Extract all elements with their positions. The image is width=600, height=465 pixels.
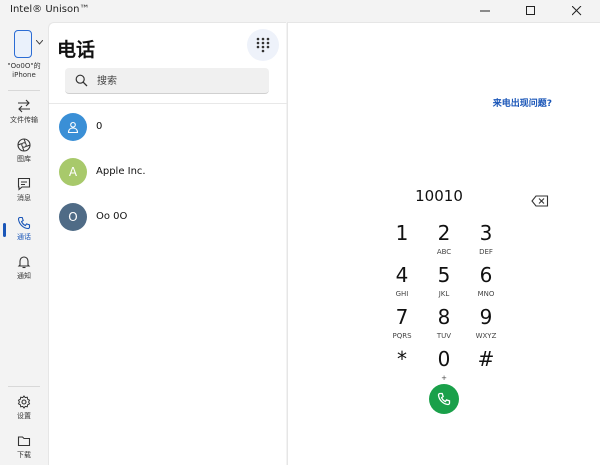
nav-divider xyxy=(8,386,40,387)
close-button[interactable] xyxy=(554,0,600,22)
dial-key-2[interactable]: 2 ABC xyxy=(424,221,464,261)
key-digit: 1 xyxy=(395,221,409,245)
key-digit: 6 xyxy=(479,263,493,287)
key-digit: 0 xyxy=(437,347,451,371)
minimize-icon xyxy=(480,10,490,12)
contact-name: 0 xyxy=(96,121,103,132)
bell-icon xyxy=(17,256,31,269)
key-letters: WXYZ xyxy=(475,332,497,340)
dial-key-9[interactable]: 9 WXYZ xyxy=(466,305,506,345)
person-icon xyxy=(67,121,79,133)
nav-item-calls[interactable]: 通话 xyxy=(0,213,48,249)
avatar: O xyxy=(59,203,87,231)
key-letters: + xyxy=(441,374,447,382)
dial-key-star[interactable]: * xyxy=(382,347,422,387)
nav-item-messages[interactable]: 消息 xyxy=(0,174,48,210)
key-digit: 4 xyxy=(395,263,409,287)
close-icon xyxy=(572,6,582,16)
key-digit: * xyxy=(397,347,407,371)
nav-divider xyxy=(8,90,40,91)
contact-name: Apple Inc. xyxy=(96,166,146,177)
contact-name: Oo 0O xyxy=(96,211,128,222)
nav-item-label: 通话 xyxy=(17,233,31,241)
nav-item-label: 图库 xyxy=(17,155,31,163)
side-navigation: "Oo0O"的 iPhone 文件传输 图库 消息 通话 通知 设置 下载 xyxy=(0,22,48,465)
app-title: Intel® Unison™ xyxy=(10,4,90,15)
dial-key-4[interactable]: 4 GHI xyxy=(382,263,422,303)
gear-icon xyxy=(17,395,31,409)
maximize-button[interactable] xyxy=(508,0,554,22)
dial-key-5[interactable]: 5 JKL xyxy=(424,263,464,303)
transfer-icon xyxy=(18,99,30,113)
device-selector[interactable]: "Oo0O"的 iPhone xyxy=(4,28,48,88)
backspace-button[interactable] xyxy=(531,192,549,211)
key-digit: 2 xyxy=(437,221,451,245)
contact-item[interactable]: 0 xyxy=(49,107,287,149)
call-button[interactable] xyxy=(429,384,459,414)
key-digit: 5 xyxy=(437,263,451,287)
nav-item-gallery[interactable]: 图库 xyxy=(0,135,48,171)
nav-item-notifications[interactable]: 通知 xyxy=(0,252,48,288)
list-divider xyxy=(49,103,287,104)
phone-call-icon xyxy=(437,392,451,406)
nav-item-label: 消息 xyxy=(17,194,31,202)
dial-key-hash[interactable]: # xyxy=(466,347,506,387)
dialpad-icon xyxy=(256,37,270,53)
avatar: A xyxy=(59,158,87,186)
nav-item-settings[interactable]: 设置 xyxy=(0,392,48,428)
key-digit: 9 xyxy=(479,305,493,329)
nav-item-file-transfer[interactable]: 文件传输 xyxy=(0,96,48,132)
message-icon xyxy=(17,177,31,191)
nav-item-label: 设置 xyxy=(17,412,31,420)
folder-icon xyxy=(17,436,31,447)
minimize-button[interactable] xyxy=(462,0,508,22)
dial-key-8[interactable]: 8 TUV xyxy=(424,305,464,345)
dial-key-3[interactable]: 3 DEF xyxy=(466,221,506,261)
key-letters: TUV xyxy=(436,332,452,340)
key-letters: MNO xyxy=(477,290,495,298)
device-name: "Oo0O"的 iPhone xyxy=(7,62,41,79)
backspace-icon xyxy=(531,195,549,207)
contact-item[interactable]: A Apple Inc. xyxy=(49,152,287,194)
avatar xyxy=(59,113,87,141)
title-bar: Intel® Unison™ xyxy=(0,0,600,22)
contact-item[interactable]: O Oo 0O xyxy=(49,197,287,239)
key-letters: JKL xyxy=(438,290,450,298)
key-digit: 8 xyxy=(437,305,451,329)
key-letters: PQRS xyxy=(392,332,412,340)
gallery-icon xyxy=(17,138,31,152)
search-box[interactable] xyxy=(65,68,269,94)
key-digit: # xyxy=(477,347,495,371)
active-indicator xyxy=(3,223,6,237)
key-letters: DEF xyxy=(479,248,493,256)
nav-item-downloads[interactable]: 下载 xyxy=(0,431,48,465)
key-letters: ABC xyxy=(436,248,452,256)
page-title: 电话 xyxy=(57,39,96,61)
key-digit: 7 xyxy=(395,305,409,329)
nav-item-label: 下载 xyxy=(17,451,31,459)
phone-icon xyxy=(17,216,31,230)
dial-key-7[interactable]: 7 PQRS xyxy=(382,305,422,345)
dialed-number[interactable]: 10010 xyxy=(384,187,494,205)
dialpad-toggle-button[interactable] xyxy=(247,29,279,61)
dialer-pane: 来电出现问题? 10010 1 2 ABC 3 DEF 4 GHI 5 JKL 6 MNO… xyxy=(287,22,600,465)
dial-key-1[interactable]: 1 xyxy=(382,221,422,261)
nav-item-label: 文件传输 xyxy=(10,116,38,124)
chevron-down-icon xyxy=(36,40,43,45)
dial-key-6[interactable]: 6 MNO xyxy=(466,263,506,303)
maximize-icon xyxy=(526,6,535,15)
key-letters: GHI xyxy=(395,290,409,298)
search-icon xyxy=(75,74,88,87)
smartphone-icon xyxy=(14,30,32,58)
search-input[interactable] xyxy=(97,73,257,89)
key-digit: 3 xyxy=(479,221,493,245)
contacts-pane: 电话 0 A Apple Inc. O Oo 0O xyxy=(48,22,287,465)
dial-key-0[interactable]: 0 + xyxy=(424,347,464,387)
call-help-link[interactable]: 来电出现问题? xyxy=(493,96,552,109)
nav-item-label: 通知 xyxy=(17,272,31,280)
